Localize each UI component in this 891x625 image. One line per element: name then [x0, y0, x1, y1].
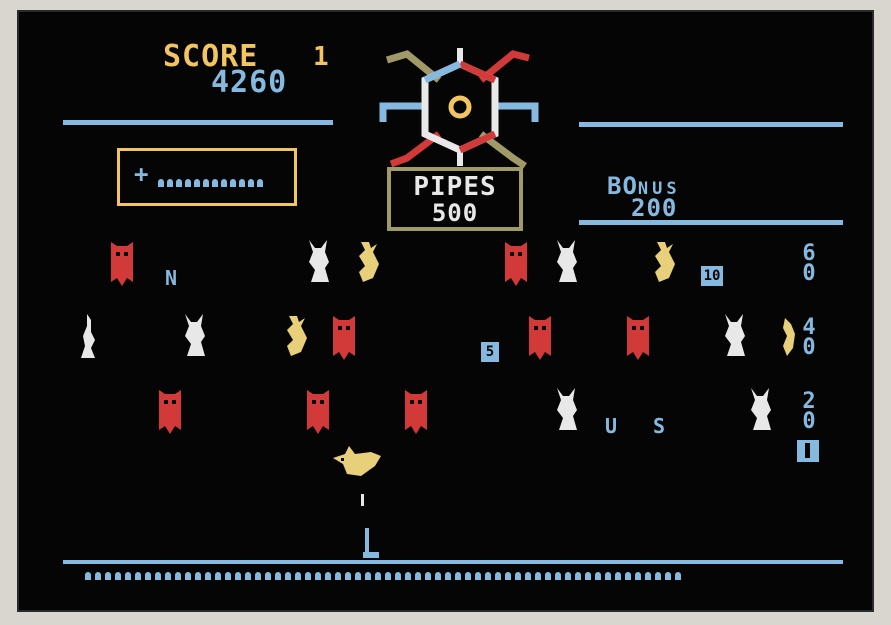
bonus-letter-s: S [653, 414, 666, 438]
rabbit-icon [309, 240, 329, 282]
bullet [361, 494, 364, 506]
duck-icon [783, 318, 795, 356]
owl-icon [505, 242, 527, 286]
rabbit-icon [557, 388, 577, 430]
plus-icon: + [134, 160, 149, 188]
duck-icon [359, 242, 379, 282]
player-number: 1 [313, 42, 330, 72]
duck-icon [287, 316, 307, 356]
pipes-label: PIPES [413, 172, 497, 202]
bonus-box-10: 10 [701, 266, 723, 286]
pipes-value: 500 [431, 199, 479, 227]
bullet-reserve [85, 572, 681, 580]
top-right-divider [579, 122, 843, 127]
remaining-bullets [158, 179, 263, 187]
owl-icon [111, 242, 133, 286]
top-left-divider [63, 120, 333, 125]
pipes-box: PIPES 500 [387, 167, 523, 231]
duck-icon [655, 242, 675, 282]
row-3-value: 2 0 [802, 389, 816, 434]
bonus-letter-u: U [605, 414, 618, 438]
score-value: 4260 [211, 65, 288, 100]
owl-icon [333, 316, 355, 360]
owl-icon [529, 316, 551, 360]
rabbit-icon [751, 388, 771, 430]
game-screen: SCORE 1 4260 + PIPES 500 BONUS 200 N 10 … [17, 10, 874, 612]
gun-icon[interactable] [361, 528, 381, 560]
row-1-value: 6 0 [802, 241, 816, 286]
rabbit-icon [557, 240, 577, 282]
duck-icon [333, 446, 381, 476]
rabbit-icon [81, 314, 95, 358]
bonus-value: 200 [631, 194, 678, 222]
extra-bullet-box [797, 440, 819, 462]
owl-icon [307, 390, 329, 434]
owl-icon [159, 390, 181, 434]
owl-icon [405, 390, 427, 434]
pipe-wheel-icon [379, 48, 539, 169]
rabbit-icon [725, 314, 745, 356]
ground-line [63, 560, 843, 564]
owl-icon [627, 316, 649, 360]
row-2-value: 4 0 [802, 315, 816, 360]
ammo-box: + [117, 148, 297, 206]
rabbit-icon [185, 314, 205, 356]
bonus-box-5: 5 [481, 342, 499, 362]
bonus-divider [579, 220, 843, 225]
bonus-letter-n: N [165, 266, 178, 290]
